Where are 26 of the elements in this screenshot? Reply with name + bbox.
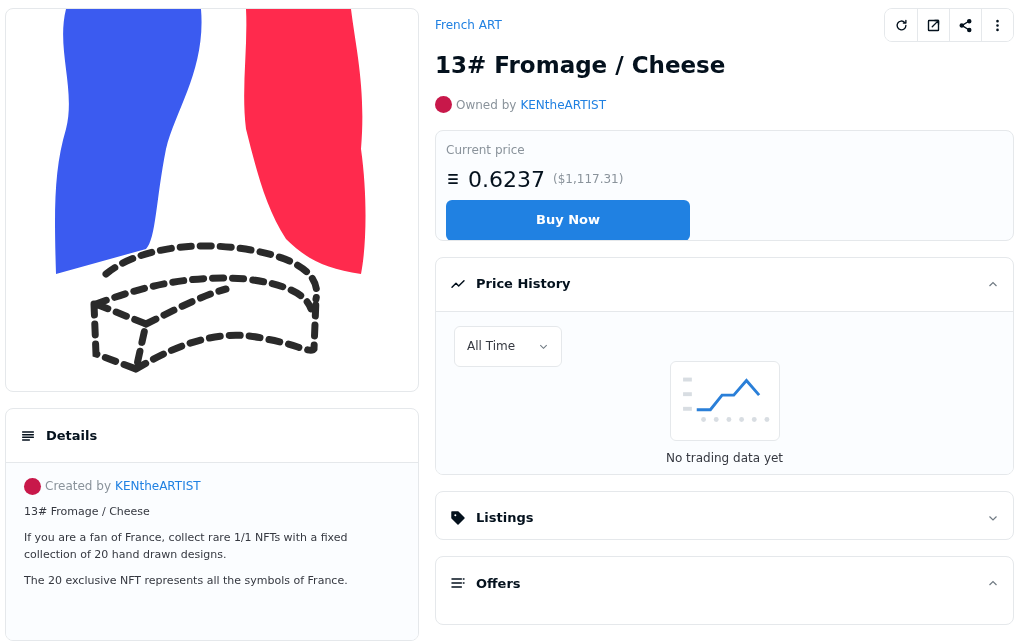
- empty-state-text: No trading data yet: [665, 449, 784, 467]
- owner-link[interactable]: KENtheARTIST: [520, 95, 607, 114]
- price-amount: 0.6237: [468, 165, 545, 194]
- tag-icon: [450, 510, 466, 527]
- price-label: Current price: [446, 141, 526, 159]
- collection-link[interactable]: French ART: [435, 16, 502, 34]
- avatar-icon: [435, 96, 452, 114]
- details-heading: Details: [46, 426, 98, 445]
- buy-now-button[interactable]: Buy Now: [446, 199, 690, 240]
- created-by-label: Created by: [45, 478, 112, 496]
- avatar-icon: [24, 477, 41, 495]
- description-text: 13# Fromage / Cheese: [24, 504, 151, 521]
- description-text: The 20 exclusive NFT represents all the symbols of France.: [24, 573, 349, 589]
- empty-chart-icon: [669, 360, 780, 441]
- time-filter-dropdown[interactable]: All Time: [454, 325, 562, 367]
- owned-by-label: Owned by: [456, 96, 517, 114]
- share-icon: [958, 17, 973, 33]
- external-link-icon: [926, 17, 941, 33]
- panel-heading: Listings: [476, 509, 534, 528]
- item-title: 13# Fromage / Cheese: [435, 52, 727, 80]
- panel-heading: Price History: [476, 275, 571, 294]
- creator-link[interactable]: KENtheARTIST: [115, 477, 201, 496]
- description-text: If you are a fan of France, collect rare 1/1 NFTs with a fixed collection of 20 hand drawn designs.: [24, 529, 349, 564]
- usd-price: ($1,117.31): [553, 171, 624, 189]
- panel-heading: Offers: [476, 574, 521, 593]
- refresh-icon: [893, 17, 909, 33]
